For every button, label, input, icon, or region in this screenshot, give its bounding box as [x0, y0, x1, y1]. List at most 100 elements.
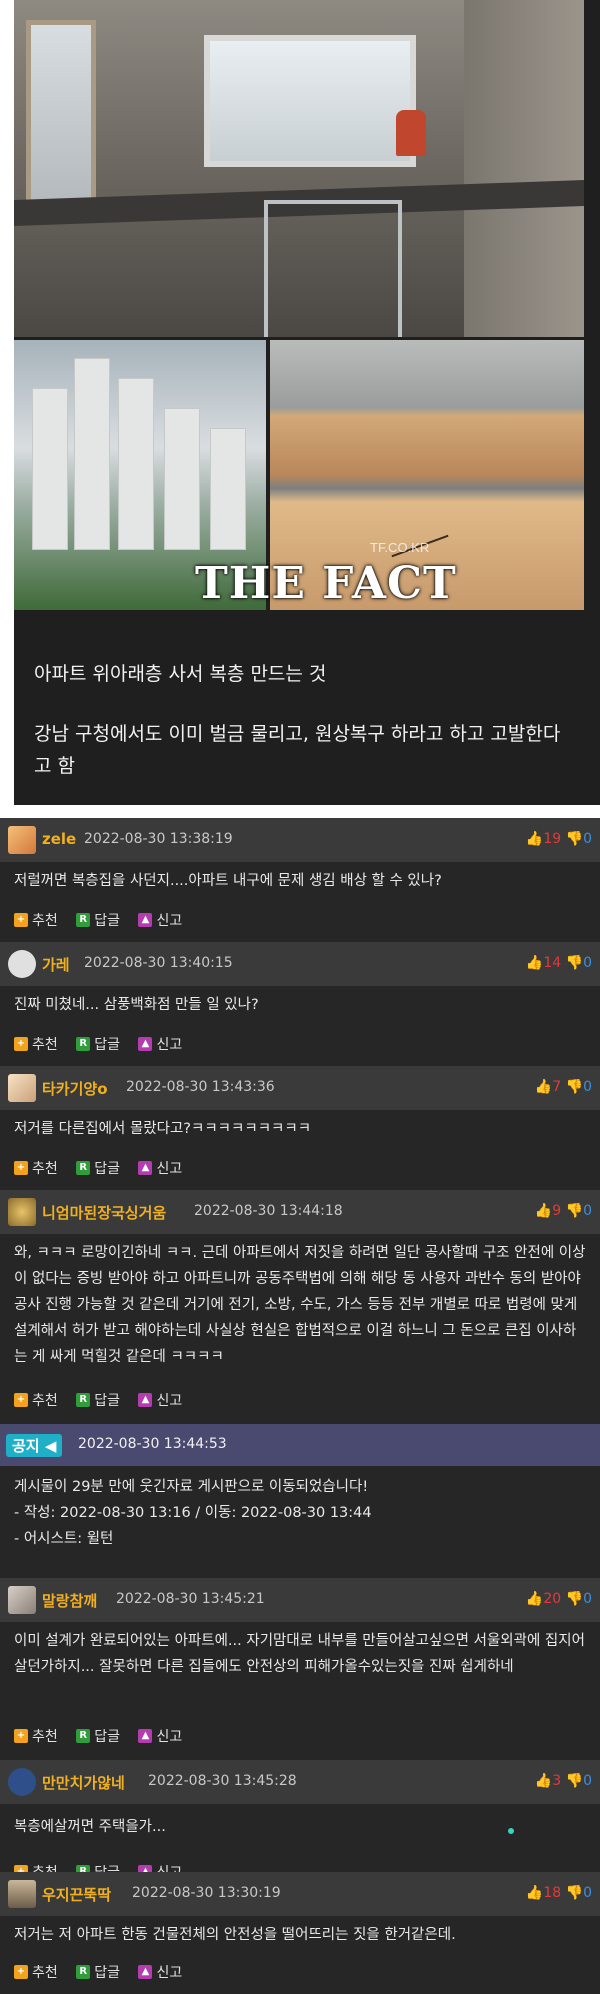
recommend-button[interactable]: +추천	[14, 1390, 58, 1410]
comment-author[interactable]: 만만치가않네	[42, 1772, 125, 1793]
reply-icon: R	[76, 1393, 91, 1407]
recommend-button[interactable]: +추천	[14, 1034, 58, 1054]
thumbs-down-icon[interactable]: 👎	[566, 1591, 583, 1607]
thumbs-up-icon[interactable]: 👍	[526, 1591, 543, 1607]
reply-button[interactable]: R답글	[76, 1158, 120, 1178]
upvote-count: 14	[543, 955, 562, 971]
comment-body: 와, ㅋㅋㅋ 로망이긴하네 ㅋㅋ. 근데 아파트에서 저짓을 하려면 일단 공사…	[0, 1234, 600, 1424]
watermark-logo: THE FACT	[195, 558, 457, 609]
avatar[interactable]	[8, 826, 36, 854]
comment-author[interactable]: zele	[42, 830, 76, 848]
photo-scaffold	[264, 200, 402, 337]
comment-author[interactable]: 타카기양o	[42, 1078, 108, 1099]
recommend-button[interactable]: +추천	[14, 1158, 58, 1178]
comment-text: 와, ㅋㅋㅋ 로망이긴하네 ㅋㅋ. 근데 아파트에서 저짓을 하려면 일단 공사…	[14, 1245, 586, 1365]
reply-button[interactable]: R답글	[76, 910, 120, 930]
comment-text: 복층에살꺼면 주택을가...	[14, 1819, 166, 1835]
thumbs-down-icon[interactable]: 👎	[566, 1203, 583, 1219]
upvote-count: 18	[543, 1885, 562, 1901]
comment-text: 진짜 미쳤네... 삼풍백화점 만들 일 있나?	[14, 997, 259, 1013]
comment-section: zele 2022-08-30 13:38:19 👍19 👎0 저럴꺼면 복층집…	[0, 818, 600, 1994]
thumbs-up-icon[interactable]: 👍	[526, 955, 543, 971]
comment-body: 이미 설계가 완료되어있는 아파트에... 자기맘대로 내부를 만들어살고싶으면…	[0, 1622, 600, 1760]
photo-wall	[464, 0, 584, 337]
comment-header: 만만치가않네 2022-08-30 13:45:28 👍3 👎0	[0, 1760, 600, 1804]
thumbs-down-icon[interactable]: 👎	[566, 1885, 583, 1901]
thumbs-down-icon[interactable]: 👎	[566, 1079, 583, 1095]
report-icon: ▲	[138, 913, 153, 927]
comment-time: 2022-08-30 13:40:15	[84, 955, 233, 971]
plus-icon: +	[14, 1393, 28, 1407]
comment-score: 👍20 👎0	[526, 1591, 592, 1607]
thumbs-down-icon[interactable]: 👎	[566, 955, 583, 971]
notice-badge: 공지 ◀	[6, 1434, 63, 1457]
avatar[interactable]	[8, 950, 36, 978]
recommend-button[interactable]: +추천	[14, 1962, 58, 1982]
comment-author[interactable]: 우지끈뚝딱	[42, 1884, 111, 1905]
report-icon: ▲	[138, 1037, 153, 1051]
post-caption-body: 강남 구청에서도 이미 벌금 물리고, 원상복구 하라고 하고 고발한다고 함	[34, 723, 561, 777]
plus-icon: +	[14, 1965, 28, 1979]
comment-header: 타카기양o 2022-08-30 13:43:36 👍7 👎0	[0, 1066, 600, 1110]
reply-button[interactable]: R답글	[76, 1726, 120, 1746]
comment-header: zele 2022-08-30 13:38:19 👍19 👎0	[0, 818, 600, 862]
report-icon: ▲	[138, 1965, 153, 1979]
report-button[interactable]: ▲신고	[138, 1390, 182, 1410]
report-button[interactable]: ▲신고	[138, 1962, 182, 1982]
comment-body: 진짜 미쳤네... 삼풍백화점 만들 일 있나? + 추천 R 답글 ▲ 신고	[0, 986, 600, 1066]
avatar[interactable]	[8, 1198, 36, 1226]
report-button[interactable]: ▲신고	[138, 1034, 182, 1054]
thumbs-down-icon[interactable]: 👎	[566, 831, 583, 847]
reply-icon: R	[76, 1965, 91, 1979]
avatar[interactable]	[8, 1768, 36, 1796]
reply-button[interactable]: R답글	[76, 1034, 120, 1054]
avatar[interactable]	[8, 1074, 36, 1102]
thumbs-up-icon[interactable]: 👍	[535, 1203, 552, 1219]
notice-line: 게시물이 29분 만에 웃긴자료 게시판으로 이동되었습니다!	[14, 1479, 369, 1495]
thumbs-up-icon[interactable]: 👍	[535, 1773, 552, 1789]
upvote-count: 3	[552, 1773, 562, 1789]
comment-header: 우지끈뚝딱 2022-08-30 13:30:19 👍18 👎0	[0, 1872, 600, 1916]
avatar[interactable]	[8, 1586, 36, 1614]
comment-time: 2022-08-30 13:45:28	[148, 1773, 297, 1789]
comment-score: 👍7 👎0	[535, 1079, 592, 1095]
thumbs-up-icon[interactable]: 👍	[535, 1079, 552, 1095]
speaker-icon: ◀	[44, 1437, 57, 1455]
recommend-button[interactable]: +추천	[14, 1726, 58, 1746]
notice-line: - 어시스트: 윌턴	[14, 1531, 114, 1547]
notice-line: - 작성: 2022-08-30 13:16 / 이동: 2022-08-30 …	[14, 1505, 372, 1521]
reply-icon: R	[76, 1037, 91, 1051]
reply-icon: R	[76, 913, 91, 927]
downvote-count: 0	[583, 1773, 592, 1789]
comment-score: 👍9 👎0	[535, 1203, 592, 1219]
comment-author[interactable]: 말랑참깨	[42, 1590, 97, 1611]
comment-header: 말랑참깨 2022-08-30 13:45:21 👍20 👎0	[0, 1578, 600, 1622]
comment-actions: +추천 R답글 ▲신고	[14, 1158, 196, 1178]
post-photo-interior	[14, 0, 584, 337]
comment-text: 저거는 저 아파트 한동 건물전체의 안전성을 떨어뜨리는 짓을 한거같은데.	[14, 1927, 456, 1943]
photo-tower	[164, 408, 200, 550]
comment-actions: +추천 R답글 ▲신고	[14, 910, 196, 930]
upvote-count: 9	[552, 1203, 562, 1219]
recommend-button[interactable]: +추천	[14, 910, 58, 930]
thumbs-up-icon[interactable]: 👍	[526, 831, 543, 847]
avatar[interactable]	[8, 1880, 36, 1908]
comment-actions: +추천 R답글 ▲신고	[14, 1726, 196, 1746]
comment-author[interactable]: 니엄마된장국싱거움	[42, 1202, 166, 1223]
downvote-count: 0	[583, 1203, 592, 1219]
thumbs-down-icon[interactable]: 👎	[566, 1773, 583, 1789]
comment-score: 👍18 👎0	[526, 1885, 592, 1901]
plus-icon: +	[14, 1729, 28, 1743]
reply-button[interactable]: R답글	[76, 1962, 120, 1982]
report-button[interactable]: ▲신고	[138, 1726, 182, 1746]
comment-author[interactable]: 가레	[42, 954, 70, 975]
reply-button[interactable]: R답글	[76, 1390, 120, 1410]
comment-score: 👍3 👎0	[535, 1773, 592, 1789]
report-button[interactable]: ▲신고	[138, 910, 182, 930]
notice-time: 2022-08-30 13:44:53	[78, 1436, 227, 1452]
cursor-dot	[508, 1828, 514, 1834]
thumbs-up-icon[interactable]: 👍	[526, 1885, 543, 1901]
comment-text: 이미 설계가 완료되어있는 아파트에... 자기맘대로 내부를 만들어살고싶으면…	[14, 1633, 585, 1675]
report-button[interactable]: ▲신고	[138, 1158, 182, 1178]
comment-actions: +추천 R답글 ▲신고	[14, 1962, 196, 1982]
